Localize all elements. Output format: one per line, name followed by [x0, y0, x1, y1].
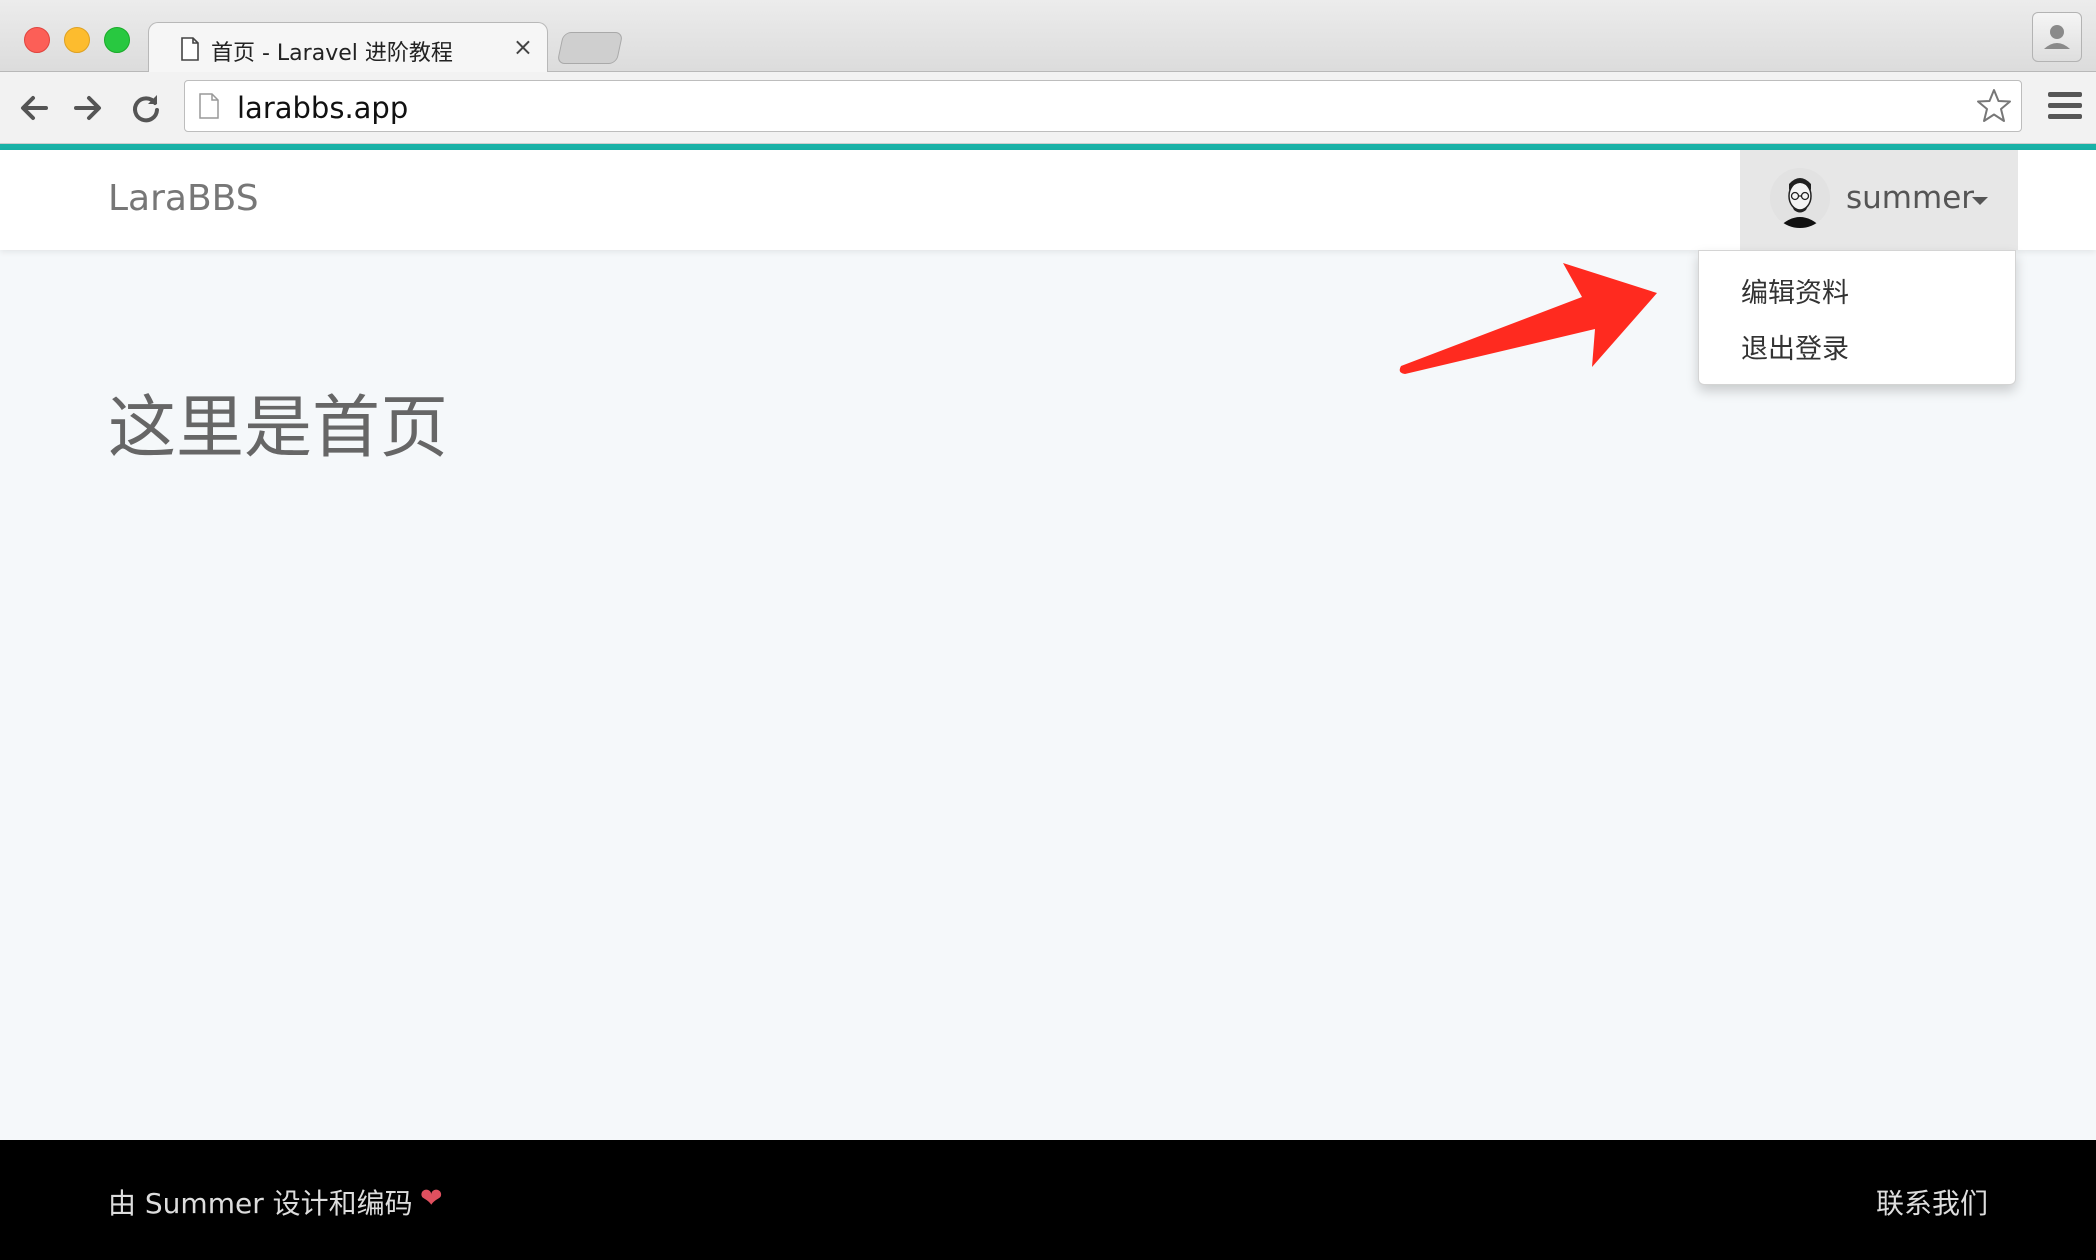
- avatar: [1770, 168, 1830, 228]
- hamburger-menu-icon[interactable]: [2048, 92, 2082, 122]
- page-document-icon: [199, 93, 219, 119]
- logout-link[interactable]: 退出登录: [1741, 327, 1849, 366]
- back-arrow-icon[interactable]: [16, 90, 52, 126]
- reload-icon[interactable]: [128, 90, 164, 126]
- footer-credit: 由 Summer 设计和编码: [108, 1187, 413, 1220]
- user-dropdown-menu: 编辑资料 退出登录: [1698, 250, 2016, 385]
- page-title: 这里是首页: [108, 389, 449, 468]
- document-icon: [181, 37, 199, 61]
- contact-us-link[interactable]: 联系我们: [1876, 1182, 1988, 1222]
- user-profile-icon[interactable]: [2032, 12, 2082, 62]
- caret-down-icon: [1972, 197, 1988, 205]
- address-bar[interactable]: larabbs.app: [184, 80, 2022, 132]
- browser-titlebar: 首页 - Laravel 进阶教程 ×: [0, 0, 2096, 73]
- edit-profile-link[interactable]: 编辑资料: [1741, 271, 1849, 310]
- brand-logo-link[interactable]: LaraBBS: [108, 178, 259, 219]
- tab-title: 首页 - Laravel 进阶教程: [211, 41, 453, 66]
- bookmark-star-icon[interactable]: [1975, 87, 2013, 125]
- browser-toolbar: larabbs.app: [0, 72, 2096, 144]
- url-text[interactable]: larabbs.app: [237, 91, 408, 125]
- forward-arrow-icon[interactable]: [70, 90, 106, 126]
- close-window-button[interactable]: [24, 27, 50, 53]
- annotation-arrow-icon: [1399, 263, 1657, 374]
- heart-icon: ❤: [420, 1183, 443, 1214]
- minimize-window-button[interactable]: [64, 27, 90, 53]
- tab-close-icon[interactable]: ×: [513, 33, 533, 61]
- username-label: summer: [1846, 180, 1975, 216]
- site-navbar: LaraBBS summer: [0, 150, 2096, 250]
- site-footer: 由 Summer 设计和编码 ❤ 联系我们: [0, 1140, 2096, 1260]
- new-tab-button[interactable]: [556, 32, 624, 64]
- maximize-window-button[interactable]: [104, 27, 130, 53]
- user-dropdown-toggle[interactable]: summer: [1740, 150, 2018, 250]
- browser-tab-active[interactable]: 首页 - Laravel 进阶教程 ×: [148, 22, 548, 73]
